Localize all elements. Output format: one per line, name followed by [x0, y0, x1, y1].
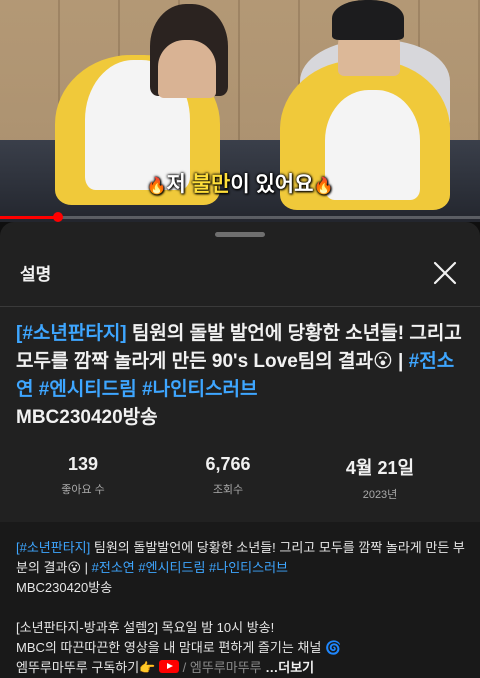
video-progress-scrubber[interactable]	[52, 212, 63, 222]
video-person-right-cap	[332, 0, 404, 40]
description-line: MBC230420방송	[16, 580, 113, 595]
video-stats: 139 좋아요 수 6,766 조회수 4월 21일 2023년	[0, 454, 480, 514]
divider	[0, 306, 480, 307]
channel-name: / 엠뚜루마뚜루	[179, 660, 262, 675]
title-broadcast-date: MBC230420방송	[16, 407, 158, 428]
description-box[interactable]: [#소년판타지] 팀원의 돌발발언에 당황한 소년들! 그리고 모두를 깜짝 놀…	[0, 522, 480, 678]
likes-label: 좋아요 수	[61, 484, 105, 496]
description-text: [#소년판타지] 팀원의 돌발발언에 당황한 소년들! 그리고 모두를 깜짝 놀…	[16, 538, 468, 678]
drag-handle[interactable]	[215, 232, 265, 237]
spiral-icon: 🌀	[324, 640, 342, 655]
caption-text-highlight: 불만	[191, 173, 231, 196]
description-separator: |	[81, 560, 92, 575]
video-person-left-face	[158, 40, 216, 98]
youtube-icon	[159, 660, 180, 673]
hashtag-link[interactable]: #나인티스러브	[209, 560, 288, 575]
hashtag-link[interactable]: #엔시티드림	[39, 379, 137, 400]
fire-icon: 🔥	[313, 178, 334, 195]
sheet-title: 설명	[20, 265, 52, 284]
hashtag-link[interactable]: #나인티스러브	[142, 379, 257, 400]
description-line: 엠뚜루마뚜루 구독하기	[16, 660, 140, 675]
upload-date: 4월 21일	[345, 458, 415, 478]
show-more-button[interactable]: …더보기	[262, 660, 314, 675]
video-progress-bar[interactable]	[0, 212, 480, 222]
hashtag-link[interactable]: #전소연	[92, 560, 135, 575]
hashtag-link[interactable]: [#소년판타지]	[16, 323, 127, 344]
video-title: [#소년판타지] 팀원의 돌발 발언에 당황한 소년들! 그리고 모두를 깜짝 …	[16, 320, 466, 432]
video-caption: 🔥저 불만이 있어요🔥	[0, 168, 480, 198]
video-progress-fill	[0, 216, 58, 219]
video-player[interactable]: 🔥저 불만이 있어요🔥	[0, 0, 480, 222]
hashtag-link[interactable]: #엔시티드림	[138, 560, 205, 575]
views-count: 6,766	[205, 454, 251, 474]
date-stat: 4월 21일 2023년	[300, 454, 460, 502]
views-label: 조회수	[212, 484, 244, 496]
likes-stat: 139 좋아요 수	[3, 454, 163, 497]
close-icon	[433, 261, 457, 285]
caption-text-post: 이 있어요	[230, 173, 314, 196]
hashtag-link[interactable]: [#소년판타지]	[16, 540, 90, 555]
caption-text-pre: 저	[166, 173, 192, 196]
description-line: [소년판타지-방과후 설렘2] 목요일 밤 10시 방송!	[16, 620, 275, 635]
description-sheet: 설명 [#소년판타지] 팀원의 돌발 발언에 당황한 소년들! 그리고 모두를 …	[0, 222, 480, 678]
title-separator: |	[392, 351, 409, 372]
pointing-hand-icon: 👉	[139, 660, 156, 675]
fire-icon: 🔥	[146, 178, 167, 195]
emoji: 😮	[67, 560, 82, 575]
description-line: MBC의 따끈따끈한 영상을 내 맘대로 편하게 즐기는 채널	[16, 640, 322, 655]
emoji: 😮	[372, 351, 393, 372]
likes-count: 139	[67, 454, 99, 474]
views-stat: 6,766 조회수	[148, 454, 308, 497]
close-button[interactable]	[430, 258, 460, 288]
upload-year: 2023년	[362, 489, 398, 501]
